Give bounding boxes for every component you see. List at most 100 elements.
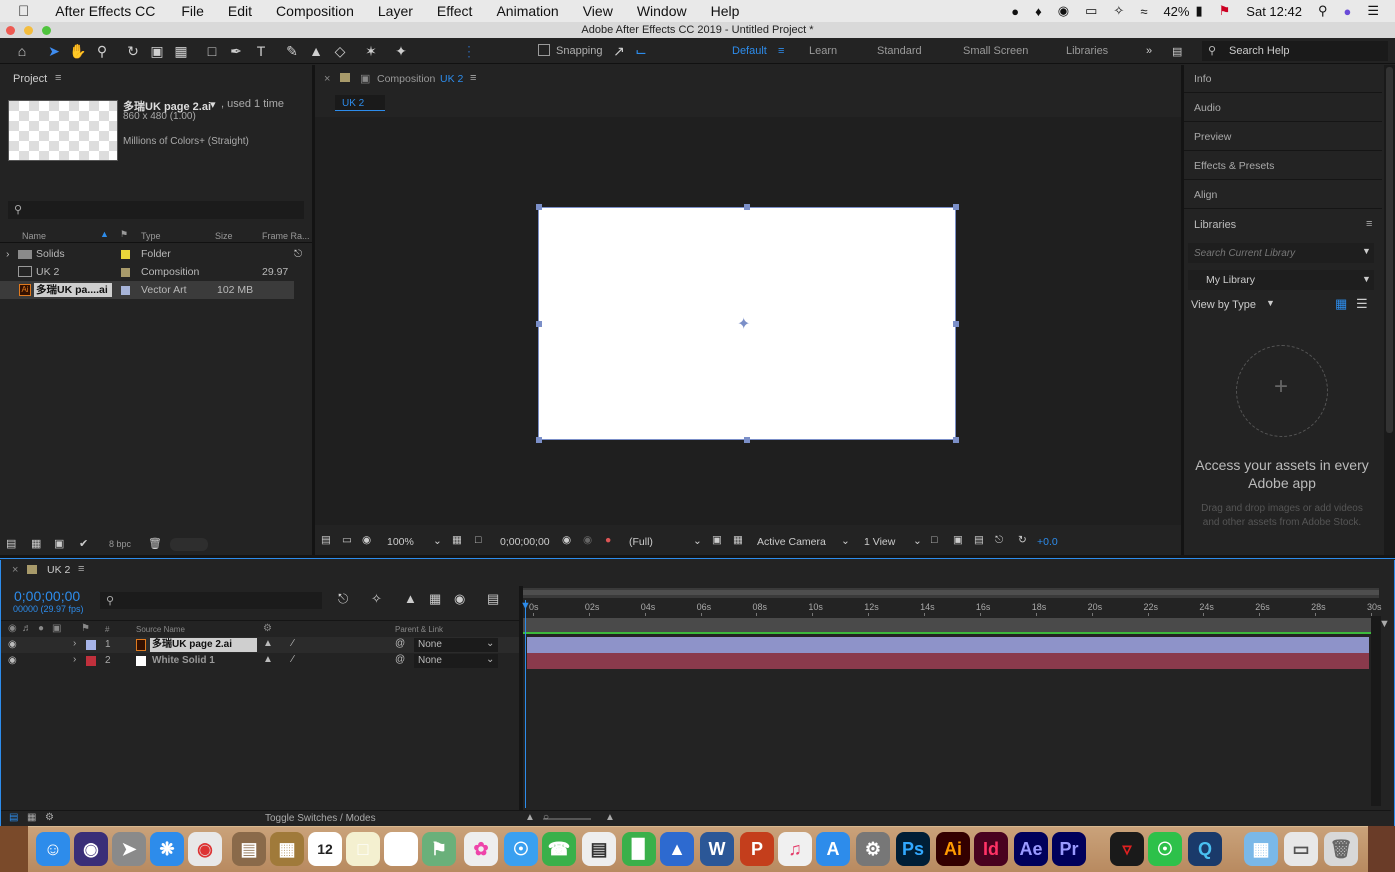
frame-blending-icon[interactable]: ▦ <box>429 591 441 607</box>
spotlight-icon[interactable]: ⚲ <box>1318 3 1328 19</box>
chevron-down-icon[interactable]: ⌄ <box>433 535 442 547</box>
flag-icon[interactable]: ⚑ <box>1219 3 1231 19</box>
maps-icon[interactable]: ⚑ <box>422 832 456 866</box>
workspace-libraries[interactable]: Libraries <box>1066 45 1108 57</box>
layer-switches-icon[interactable]: ▤ <box>9 812 18 823</box>
transform-handle[interactable] <box>744 437 750 443</box>
timeline-search-input[interactable]: ⚲ <box>100 592 322 609</box>
pick-whip-icon[interactable]: @ <box>395 638 405 649</box>
chevron-down-icon[interactable]: ▼ <box>1362 274 1371 284</box>
col-size[interactable]: Size <box>215 231 233 241</box>
rotate-tool-icon[interactable]: ↻ <box>124 42 142 60</box>
timeline-current-time[interactable]: 0;00;00;00 <box>14 588 80 604</box>
project-panel-title[interactable]: Project <box>13 73 47 85</box>
grid-view-icon[interactable]: ▦ <box>1335 296 1347 312</box>
pen-tool-icon[interactable]: ✒ <box>227 42 245 60</box>
right-panel-scrollbar[interactable] <box>1384 65 1395 555</box>
list-item[interactable]: UK 2 Composition 29.97 <box>0 263 312 281</box>
composition-tab-name[interactable]: UK 2 <box>440 73 463 85</box>
roto-brush-tool-icon[interactable]: ✶ <box>362 42 380 60</box>
app-store-icon[interactable]: A <box>816 832 850 866</box>
transform-handle[interactable] <box>536 437 542 443</box>
dropbox-icon[interactable]: ♦ <box>1035 4 1042 19</box>
zoom-window-icon[interactable] <box>42 26 51 35</box>
word-icon[interactable]: W <box>700 832 734 866</box>
puppet-tool-icon[interactable]: ✦ <box>392 42 410 60</box>
menu-effect[interactable]: Effect <box>437 3 473 19</box>
parent-link-header[interactable]: Parent & Link <box>395 625 443 634</box>
workspace-menu-icon[interactable]: ≡ <box>778 45 784 57</box>
workspace-settings-icon[interactable]: ▤ <box>1172 45 1182 58</box>
effects-presets-panel-tab[interactable]: Effects & Presets <box>1184 152 1382 180</box>
lock-toggle-icon[interactable]: ▣ <box>52 623 61 634</box>
monitor-icon[interactable]: ▭ <box>342 534 352 546</box>
col-name[interactable]: Name <box>22 231 46 241</box>
layer-name[interactable]: White Solid 1 <box>152 655 215 666</box>
composition-tab-label[interactable]: Composition <box>377 73 435 85</box>
downloads-icon[interactable]: ▭ <box>1284 832 1318 866</box>
transform-handle[interactable] <box>953 204 959 210</box>
menu-view[interactable]: View <box>583 3 613 19</box>
wifi-icon[interactable]: ≈ <box>1140 4 1147 19</box>
camera-select[interactable]: Active Camera <box>757 536 826 548</box>
reset-exposure-icon[interactable]: ↻ <box>1018 534 1027 546</box>
bit-depth[interactable]: 8 bpc <box>109 539 131 549</box>
folder-icon[interactable]: ▦ <box>1244 832 1278 866</box>
hand-tool-icon[interactable]: ✋ <box>69 42 87 60</box>
zoom-out-icon[interactable]: ▲ <box>525 812 535 823</box>
eye-icon[interactable]: ◉ <box>8 639 17 650</box>
notes-icon[interactable]: ▦ <box>270 832 304 866</box>
app-icon[interactable]: ▤ <box>232 832 266 866</box>
timeline-icon[interactable]: ▤ <box>974 534 984 546</box>
panel-menu-icon[interactable]: ≡ <box>1366 218 1372 230</box>
fit-icon[interactable]: ▦ <box>452 534 462 546</box>
composition-viewer[interactable]: ✦ <box>315 117 1181 525</box>
table-row[interactable]: ◉ › 1 多瑞UK page 2.ai ▲ ∕ @ None ⌄ <box>1 637 519 653</box>
close-tab-icon[interactable]: × <box>324 73 330 85</box>
layer-label-swatch[interactable] <box>86 656 96 666</box>
title-safe-icon[interactable]: □ <box>475 534 481 546</box>
label-color-swatch[interactable] <box>121 250 130 259</box>
graph-editor-icon[interactable]: ▤ <box>487 591 499 607</box>
anchor-point-icon[interactable]: ✦ <box>737 314 750 334</box>
chevron-down-icon[interactable]: ⌄ <box>841 535 850 547</box>
in-out-icon[interactable]: ⚙ <box>45 812 54 823</box>
rectangle-tool-icon[interactable]: □ <box>203 42 221 60</box>
scroll-handle[interactable] <box>1386 67 1393 433</box>
list-view-icon[interactable]: ☰ <box>1356 296 1368 312</box>
work-area-bar[interactable] <box>523 588 1379 598</box>
trash-icon[interactable]: 🗑 <box>148 537 162 550</box>
zoom-in-icon[interactable]: ▲ <box>605 812 615 823</box>
new-folder-icon[interactable]: ▦ <box>31 537 41 550</box>
notification-center-icon[interactable]: ☰ <box>1367 3 1379 19</box>
layer-bar[interactable] <box>527 637 1369 653</box>
calendar-icon[interactable]: 12 <box>308 832 342 866</box>
snap-edges-icon[interactable]: ↗ <box>610 42 628 60</box>
color-channel-icon[interactable]: ● <box>605 534 611 546</box>
panel-menu-icon[interactable]: ≡ <box>55 72 61 84</box>
layer-name[interactable]: 多瑞UK page 2.ai <box>150 638 257 652</box>
panel-menu-icon[interactable]: ≡ <box>78 563 84 575</box>
trash-icon[interactable]: 🗑 <box>1324 832 1358 866</box>
workspace-standard[interactable]: Standard <box>877 45 922 57</box>
workspace-default[interactable]: Default <box>732 45 767 57</box>
expand-arrow-icon[interactable]: › <box>73 638 76 649</box>
chrome-icon[interactable]: ◉ <box>188 832 222 866</box>
chevron-down-icon[interactable]: ⌄ <box>693 535 702 547</box>
align-panel-tab[interactable]: Align <box>1184 181 1382 209</box>
facetime-icon[interactable]: ☎ <box>542 832 576 866</box>
toggle-switches-modes[interactable]: Toggle Switches / Modes <box>265 813 376 824</box>
interpret-footage-icon[interactable]: ▤ <box>6 537 16 550</box>
item-dropdown-icon[interactable]: ▾ <box>210 98 216 111</box>
eraser-tool-icon[interactable]: ◇ <box>331 42 349 60</box>
libraries-title[interactable]: Libraries <box>1194 219 1236 231</box>
quality-switch-icon[interactable]: ∕ <box>292 638 294 649</box>
add-asset-circle[interactable]: + <box>1236 345 1328 437</box>
photoshop-icon[interactable]: Ps <box>896 832 930 866</box>
label-color-swatch[interactable] <box>340 73 350 82</box>
itunes-icon[interactable]: ♫ <box>778 832 812 866</box>
eye-icon[interactable]: ◉ <box>8 655 17 666</box>
col-frame-rate[interactable]: Frame Ra... <box>262 231 310 241</box>
dependencies-icon[interactable]: ✔ <box>79 537 88 550</box>
zoom-tool-icon[interactable]: ⚲ <box>93 42 111 60</box>
